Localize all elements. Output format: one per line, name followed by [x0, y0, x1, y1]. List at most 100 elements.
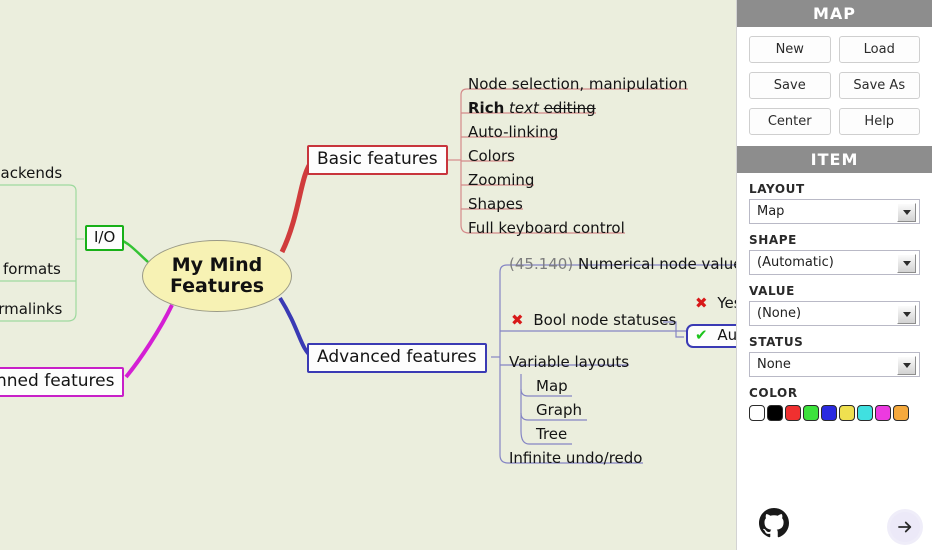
button-label: Save	[773, 78, 806, 93]
status-select[interactable]: None	[749, 352, 920, 377]
value-field: VALUE (None)	[737, 284, 932, 326]
button-label: Center	[767, 114, 812, 129]
node-label: Shapes	[468, 195, 523, 213]
color-swatch-0[interactable]	[749, 405, 765, 421]
node-basic-features[interactable]: Basic features	[307, 145, 448, 175]
item-section-title: ITEM	[810, 150, 859, 169]
node-label: e formats	[0, 260, 61, 278]
node-label: Bool node statuses	[533, 311, 677, 329]
root-node[interactable]: My Mind Features	[142, 240, 292, 312]
node-label: Au	[717, 326, 736, 344]
node-layout-tree[interactable]: Tree	[533, 426, 570, 445]
chevron-down-icon[interactable]	[897, 203, 916, 222]
node-label: backends	[0, 164, 63, 182]
node-label: Basic features	[317, 149, 438, 169]
save-as-button[interactable]: Save As	[838, 72, 920, 99]
help-button[interactable]: Help	[838, 108, 920, 135]
node-label: Yes	[717, 294, 736, 312]
node-io-backends[interactable]: backends	[0, 165, 65, 184]
node-label: Tree	[536, 425, 568, 443]
shape-select[interactable]: (Automatic)	[749, 250, 920, 275]
node-numeric-value: (45.140)	[509, 255, 574, 273]
status-x-icon: ✖	[511, 311, 524, 329]
side-panel: MAP New Load Save Save As Center Help IT…	[736, 0, 932, 550]
button-label: Save As	[853, 78, 906, 93]
node-label: ermalinks	[0, 300, 63, 318]
color-swatch-1[interactable]	[767, 405, 783, 421]
node-label: nned features	[0, 371, 115, 391]
color-swatch-6[interactable]	[857, 405, 873, 421]
node-variable-layouts[interactable]: Variable layouts	[506, 354, 632, 373]
node-numerical-node-values[interactable]: (45.140) Numerical node values	[506, 256, 736, 275]
node-planned-features[interactable]: nned features	[0, 367, 125, 397]
color-swatch-3[interactable]	[803, 405, 819, 421]
layout-select[interactable]: Map	[749, 199, 920, 224]
chevron-down-icon[interactable]	[897, 305, 916, 324]
arrow-right-icon	[898, 521, 912, 533]
save-button[interactable]: Save	[749, 72, 831, 99]
shape-select-value: (Automatic)	[757, 255, 834, 270]
item-section-header: ITEM	[737, 146, 932, 173]
node-label: Zooming	[468, 171, 535, 189]
node-io-formats[interactable]: e formats	[0, 261, 64, 280]
node-yes-status[interactable]: ✖ Yes	[692, 295, 736, 314]
panel-footer	[737, 494, 932, 550]
node-label-bold: Rich	[468, 99, 505, 117]
node-label: Infinite undo/redo	[509, 449, 643, 467]
node-label: Map	[536, 377, 568, 395]
map-section-header: MAP	[737, 0, 932, 27]
color-swatch-8[interactable]	[893, 405, 909, 421]
center-button[interactable]: Center	[749, 108, 831, 135]
node-colors[interactable]: Colors	[465, 148, 518, 167]
node-zooming[interactable]: Zooming	[465, 172, 537, 191]
node-label: Numerical node values	[577, 255, 736, 273]
next-arrow-button[interactable]	[890, 512, 920, 542]
node-layout-graph[interactable]: Graph	[533, 402, 585, 421]
color-swatch-4[interactable]	[821, 405, 837, 421]
node-label: Node selection, manipulation	[468, 75, 688, 93]
button-label: Help	[864, 114, 895, 129]
node-label: I/O	[94, 228, 116, 246]
chevron-down-icon[interactable]	[897, 254, 916, 273]
color-swatch-2[interactable]	[785, 405, 801, 421]
status-label: STATUS	[749, 335, 804, 349]
chevron-down-icon[interactable]	[897, 356, 916, 375]
status-x-icon: ✖	[695, 294, 708, 312]
github-icon[interactable]	[759, 508, 789, 542]
node-advanced-features[interactable]: Advanced features	[307, 343, 487, 373]
node-layout-map[interactable]: Map	[533, 378, 571, 397]
node-bool-node-statuses[interactable]: ✖ Bool node statuses	[508, 312, 679, 331]
value-select[interactable]: (None)	[749, 301, 920, 326]
color-swatch-5[interactable]	[839, 405, 855, 421]
node-auto-status[interactable]: ✔ Au	[686, 324, 736, 348]
root-node-line1: My Mind	[171, 253, 263, 276]
node-io-permalinks[interactable]: ermalinks	[0, 301, 65, 320]
layout-select-value: Map	[757, 204, 785, 219]
layout-field: LAYOUT Map	[737, 182, 932, 224]
node-full-keyboard-control[interactable]: Full keyboard control	[465, 220, 628, 239]
color-swatch-7[interactable]	[875, 405, 891, 421]
node-label: Colors	[468, 147, 515, 165]
color-swatch-row	[737, 403, 932, 421]
new-button[interactable]: New	[749, 36, 831, 63]
shape-label: SHAPE	[749, 233, 797, 247]
node-label: Graph	[536, 401, 583, 419]
color-field: COLOR	[737, 386, 932, 400]
map-section-title: MAP	[812, 4, 857, 23]
node-node-selection[interactable]: Node selection, manipulation	[465, 76, 690, 95]
shape-field: SHAPE (Automatic)	[737, 233, 932, 275]
mindmap-canvas[interactable]: My Mind Features Basic features Node sel…	[0, 0, 736, 550]
status-check-icon: ✔	[695, 326, 708, 344]
button-label: Load	[863, 42, 895, 57]
node-label: Full keyboard control	[468, 219, 625, 237]
load-button[interactable]: Load	[838, 36, 920, 63]
node-shapes[interactable]: Shapes	[465, 196, 526, 215]
node-auto-linking[interactable]: Auto-linking	[465, 124, 561, 143]
node-infinite-undo-redo[interactable]: Infinite undo/redo	[506, 450, 645, 469]
value-label: VALUE	[749, 284, 795, 298]
node-label-strike: editing	[543, 99, 596, 117]
button-label: New	[775, 42, 804, 57]
node-io[interactable]: I/O	[85, 225, 125, 251]
status-select-value: None	[757, 357, 791, 372]
node-rich-text-editing[interactable]: Rich text editing	[465, 100, 599, 119]
